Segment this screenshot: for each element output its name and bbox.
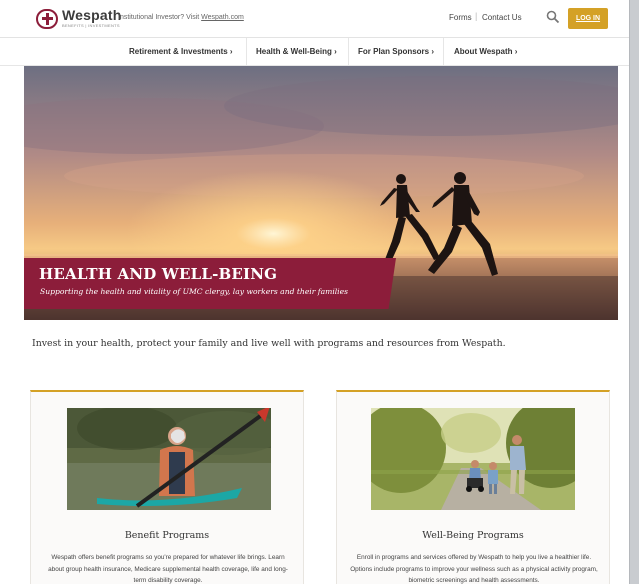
top-header: Wespath BENEFITS | INVESTMENTS Instituti… [0,0,629,38]
nav-about-wespath[interactable]: About Wespath › [454,47,517,56]
card-title[interactable]: Benefit Programs [31,530,303,541]
card-description: Wespath offers benefit programs so you'r… [48,554,288,584]
hero-title: HEALTH AND WELL-BEING [39,265,278,283]
kayak-photo [67,408,271,510]
family-walk-photo [371,408,575,510]
institutional-prefix: Institutional Investor? Visit [118,14,202,21]
logo-tagline: BENEFITS | INVESTMENTS [62,23,120,28]
card-title[interactable]: Well-Being Programs [337,530,609,541]
nav-plan-sponsors[interactable]: For Plan Sponsors › [358,47,434,56]
wespath-com-link[interactable]: Wespath.com [201,14,244,21]
nav-health-well-being[interactable]: Health & Well-Being › [256,47,337,56]
benefit-programs-card[interactable]: Benefit Programs Wespath offers benefit … [30,390,304,584]
contact-us-link[interactable]: Contact Us [482,13,522,22]
nav-divider [246,38,247,66]
logo-wordmark[interactable]: Wespath [62,7,122,23]
institutional-investor-text: Institutional Investor? Visit Wespath.co… [118,14,244,21]
search-icon[interactable] [546,10,560,24]
nav-divider [443,38,444,66]
header-separator: | [475,11,478,21]
page-frame: Wespath BENEFITS | INVESTMENTS Instituti… [0,0,630,584]
card-description: Enroll in programs and services offered … [350,554,598,584]
nav-divider [348,38,349,66]
wespath-logo-icon[interactable] [36,9,58,29]
login-button[interactable]: LOG IN [568,8,608,29]
well-being-programs-card[interactable]: Well-Being Programs Enroll in programs a… [336,390,610,584]
main-nav: Retirement & Investments › Health & Well… [0,38,629,66]
intro-text: Invest in your health, protect your fami… [32,338,506,349]
forms-link[interactable]: Forms [449,13,472,22]
hero-subtitle: Supporting the health and vitality of UM… [40,287,348,296]
nav-retirement-investments[interactable]: Retirement & Investments › [129,47,233,56]
